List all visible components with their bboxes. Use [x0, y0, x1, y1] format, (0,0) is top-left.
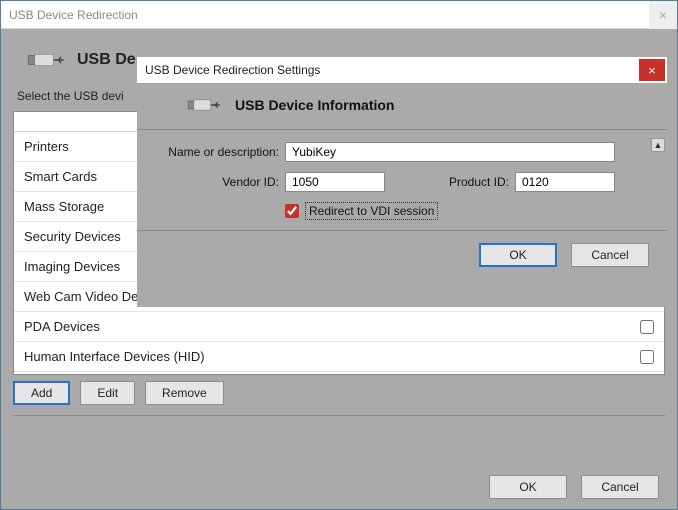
- vendor-id-input[interactable]: [285, 172, 385, 192]
- outer-window-title: USB Device Redirection: [9, 8, 138, 22]
- outer-action-row: Add Edit Remove: [13, 381, 665, 416]
- cancel-button[interactable]: Cancel: [581, 475, 659, 499]
- settings-title: USB Device Redirection Settings: [145, 63, 320, 77]
- usb-icon: [187, 95, 221, 115]
- cancel-button[interactable]: Cancel: [571, 243, 649, 267]
- outer-window: USB Device Redirection × USB De Select t…: [0, 0, 678, 510]
- product-id-input[interactable]: [515, 172, 615, 192]
- vendor-label: Vendor ID:: [147, 175, 285, 189]
- edit-button[interactable]: Edit: [80, 381, 135, 405]
- add-button[interactable]: Add: [13, 381, 70, 405]
- settings-titlebar: USB Device Redirection Settings ×: [137, 57, 667, 83]
- device-label: Imaging Devices: [24, 259, 120, 274]
- device-label: Mass Storage: [24, 199, 104, 214]
- device-label: Security Devices: [24, 229, 121, 244]
- list-item[interactable]: Human Interface Devices (HID): [14, 342, 664, 372]
- scroll-up-icon[interactable]: ▲: [651, 138, 665, 152]
- device-checkbox[interactable]: [640, 320, 654, 334]
- settings-dialog: USB Device Redirection Settings × USB De…: [137, 57, 667, 307]
- device-label: Smart Cards: [24, 169, 97, 184]
- settings-form: ▲ Name or description: Vendor ID: Produc…: [137, 129, 667, 231]
- ok-button[interactable]: OK: [479, 243, 557, 267]
- settings-header-title: USB Device Information: [235, 97, 394, 113]
- outer-titlebar: USB Device Redirection ×: [1, 1, 677, 29]
- list-item[interactable]: PDA Devices: [14, 312, 664, 342]
- ok-button[interactable]: OK: [489, 475, 567, 499]
- product-label: Product ID:: [385, 175, 515, 189]
- device-label: Printers: [24, 139, 69, 154]
- device-label: Human Interface Devices (HID): [24, 349, 205, 364]
- settings-header: USB Device Information: [187, 95, 667, 115]
- close-icon[interactable]: ×: [639, 59, 665, 81]
- settings-footer: OK Cancel: [137, 231, 667, 279]
- outer-footer: OK Cancel: [489, 475, 659, 499]
- outer-header-title: USB De: [77, 51, 136, 69]
- device-checkbox[interactable]: [640, 350, 654, 364]
- device-label: PDA Devices: [24, 319, 100, 334]
- name-input[interactable]: [285, 142, 615, 162]
- close-icon[interactable]: ×: [649, 1, 677, 29]
- remove-button[interactable]: Remove: [145, 381, 224, 405]
- usb-icon: [27, 49, 65, 71]
- redirect-label: Redirect to VDI session: [305, 202, 438, 220]
- name-label: Name or description:: [147, 145, 285, 159]
- redirect-checkbox[interactable]: [285, 204, 299, 218]
